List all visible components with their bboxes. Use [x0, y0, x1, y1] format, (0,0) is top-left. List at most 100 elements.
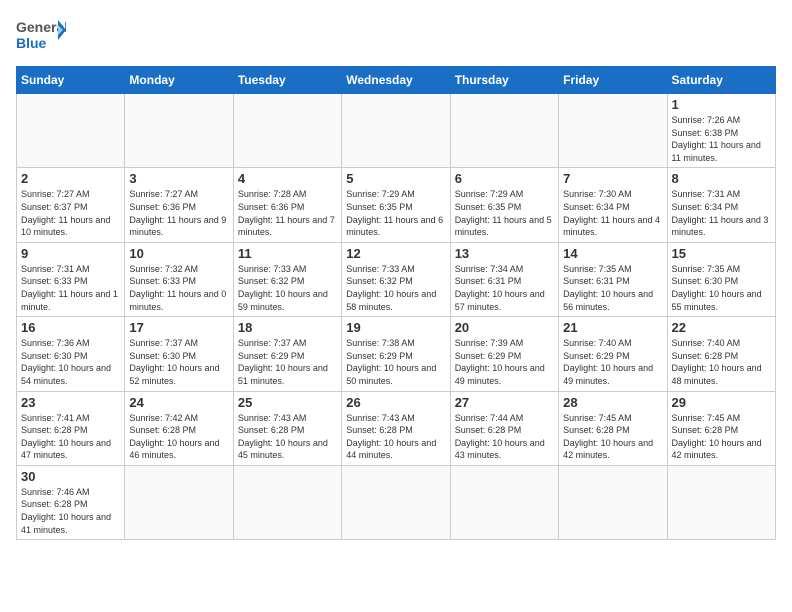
- calendar-cell: 25 Sunrise: 7:43 AM Sunset: 6:28 PM Dayli…: [233, 391, 341, 465]
- weekday-header-tuesday: Tuesday: [233, 67, 341, 94]
- calendar-cell: [342, 94, 450, 168]
- calendar-cell: 15Sunrise: 7:35 AM Sunset: 6:30 PM Dayli…: [667, 242, 775, 316]
- calendar-cell: [450, 465, 558, 539]
- day-number: 22: [672, 320, 771, 335]
- day-number: 12: [346, 246, 445, 261]
- calendar-cell: 11 Sunrise: 7:33 AM Sunset: 6:32 PM Dayli…: [233, 242, 341, 316]
- day-info: Sunrise: 7:27 AM Sunset: 6:37 PM Dayligh…: [21, 188, 120, 238]
- calendar-cell: [17, 94, 125, 168]
- calendar-cell: 5 Sunrise: 7:29 AM Sunset: 6:35 PM Daylig…: [342, 168, 450, 242]
- weekday-header-sunday: Sunday: [17, 67, 125, 94]
- calendar-cell: 26 Sunrise: 7:43 AM Sunset: 6:28 PM Dayli…: [342, 391, 450, 465]
- day-info: Sunrise: 7:37 AM Sunset: 6:29 PM Dayligh…: [238, 337, 337, 387]
- day-number: 4: [238, 171, 337, 186]
- day-number: 20: [455, 320, 554, 335]
- day-info: Sunrise: 7:33 AM Sunset: 6:32 PM Dayligh…: [238, 263, 337, 313]
- day-number: 5: [346, 171, 445, 186]
- day-number: 27: [455, 395, 554, 410]
- day-number: 7: [563, 171, 662, 186]
- day-number: 8: [672, 171, 771, 186]
- logo-svg: General Blue: [16, 16, 66, 54]
- day-info: Sunrise: 7:42 AM Sunset: 6:28 PM Dayligh…: [129, 412, 228, 462]
- calendar-week-row: 9Sunrise: 7:31 AM Sunset: 6:33 PM Daylig…: [17, 242, 776, 316]
- calendar-cell: 29 Sunrise: 7:45 AM Sunset: 6:28 PM Dayli…: [667, 391, 775, 465]
- day-info: Sunrise: 7:35 AM Sunset: 6:31 PM Dayligh…: [563, 263, 662, 313]
- calendar-cell: 21Sunrise: 7:40 AM Sunset: 6:29 PM Dayli…: [559, 317, 667, 391]
- day-info: Sunrise: 7:29 AM Sunset: 6:35 PM Dayligh…: [455, 188, 554, 238]
- day-number: 24: [129, 395, 228, 410]
- calendar-cell: 23Sunrise: 7:41 AM Sunset: 6:28 PM Dayli…: [17, 391, 125, 465]
- day-info: Sunrise: 7:30 AM Sunset: 6:34 PM Dayligh…: [563, 188, 662, 238]
- calendar-cell: 20 Sunrise: 7:39 AM Sunset: 6:29 PM Dayli…: [450, 317, 558, 391]
- logo: General Blue: [16, 16, 66, 54]
- calendar-cell: [667, 465, 775, 539]
- calendar-cell: 27Sunrise: 7:44 AM Sunset: 6:28 PM Dayli…: [450, 391, 558, 465]
- calendar-week-row: 2 Sunrise: 7:27 AM Sunset: 6:37 PM Daylig…: [17, 168, 776, 242]
- page-header: General Blue: [16, 16, 776, 54]
- calendar-cell: 19Sunrise: 7:38 AM Sunset: 6:29 PM Dayli…: [342, 317, 450, 391]
- day-info: Sunrise: 7:37 AM Sunset: 6:30 PM Dayligh…: [129, 337, 228, 387]
- weekday-header-row: SundayMondayTuesdayWednesdayThursdayFrid…: [17, 67, 776, 94]
- day-info: Sunrise: 7:27 AM Sunset: 6:36 PM Dayligh…: [129, 188, 228, 238]
- day-number: 3: [129, 171, 228, 186]
- day-number: 28: [563, 395, 662, 410]
- svg-text:Blue: Blue: [16, 35, 47, 51]
- day-info: Sunrise: 7:34 AM Sunset: 6:31 PM Dayligh…: [455, 263, 554, 313]
- calendar-table: SundayMondayTuesdayWednesdayThursdayFrid…: [16, 66, 776, 540]
- calendar-cell: 24 Sunrise: 7:42 AM Sunset: 6:28 PM Dayli…: [125, 391, 233, 465]
- day-number: 18: [238, 320, 337, 335]
- calendar-cell: 22 Sunrise: 7:40 AM Sunset: 6:28 PM Dayli…: [667, 317, 775, 391]
- calendar-cell: [125, 465, 233, 539]
- day-number: 26: [346, 395, 445, 410]
- calendar-week-row: 16Sunrise: 7:36 AM Sunset: 6:30 PM Dayli…: [17, 317, 776, 391]
- day-info: Sunrise: 7:32 AM Sunset: 6:33 PM Dayligh…: [129, 263, 228, 313]
- day-info: Sunrise: 7:31 AM Sunset: 6:33 PM Dayligh…: [21, 263, 120, 313]
- day-info: Sunrise: 7:41 AM Sunset: 6:28 PM Dayligh…: [21, 412, 120, 462]
- day-number: 25: [238, 395, 337, 410]
- calendar-cell: 16Sunrise: 7:36 AM Sunset: 6:30 PM Dayli…: [17, 317, 125, 391]
- calendar-cell: [450, 94, 558, 168]
- calendar-cell: 10Sunrise: 7:32 AM Sunset: 6:33 PM Dayli…: [125, 242, 233, 316]
- day-number: 19: [346, 320, 445, 335]
- calendar-week-row: 23Sunrise: 7:41 AM Sunset: 6:28 PM Dayli…: [17, 391, 776, 465]
- day-info: Sunrise: 7:39 AM Sunset: 6:29 PM Dayligh…: [455, 337, 554, 387]
- calendar-cell: 12 Sunrise: 7:33 AM Sunset: 6:32 PM Dayli…: [342, 242, 450, 316]
- day-info: Sunrise: 7:33 AM Sunset: 6:32 PM Dayligh…: [346, 263, 445, 313]
- weekday-header-thursday: Thursday: [450, 67, 558, 94]
- calendar-cell: 4Sunrise: 7:28 AM Sunset: 6:36 PM Daylig…: [233, 168, 341, 242]
- calendar-cell: [559, 94, 667, 168]
- calendar-cell: 6 Sunrise: 7:29 AM Sunset: 6:35 PM Daylig…: [450, 168, 558, 242]
- calendar-cell: 3 Sunrise: 7:27 AM Sunset: 6:36 PM Daylig…: [125, 168, 233, 242]
- day-number: 1: [672, 97, 771, 112]
- day-info: Sunrise: 7:45 AM Sunset: 6:28 PM Dayligh…: [672, 412, 771, 462]
- day-number: 14: [563, 246, 662, 261]
- calendar-cell: 14 Sunrise: 7:35 AM Sunset: 6:31 PM Dayli…: [559, 242, 667, 316]
- day-info: Sunrise: 7:43 AM Sunset: 6:28 PM Dayligh…: [238, 412, 337, 462]
- day-info: Sunrise: 7:31 AM Sunset: 6:34 PM Dayligh…: [672, 188, 771, 238]
- calendar-cell: [233, 465, 341, 539]
- day-info: Sunrise: 7:35 AM Sunset: 6:30 PM Dayligh…: [672, 263, 771, 313]
- calendar-cell: [125, 94, 233, 168]
- weekday-header-saturday: Saturday: [667, 67, 775, 94]
- calendar-cell: [342, 465, 450, 539]
- day-info: Sunrise: 7:26 AM Sunset: 6:38 PM Dayligh…: [672, 114, 771, 164]
- day-info: Sunrise: 7:29 AM Sunset: 6:35 PM Dayligh…: [346, 188, 445, 238]
- day-info: Sunrise: 7:46 AM Sunset: 6:28 PM Dayligh…: [21, 486, 120, 536]
- calendar-cell: [559, 465, 667, 539]
- day-number: 29: [672, 395, 771, 410]
- day-number: 21: [563, 320, 662, 335]
- calendar-cell: 7 Sunrise: 7:30 AM Sunset: 6:34 PM Daylig…: [559, 168, 667, 242]
- day-info: Sunrise: 7:43 AM Sunset: 6:28 PM Dayligh…: [346, 412, 445, 462]
- day-number: 6: [455, 171, 554, 186]
- day-info: Sunrise: 7:40 AM Sunset: 6:28 PM Dayligh…: [672, 337, 771, 387]
- day-number: 2: [21, 171, 120, 186]
- day-number: 11: [238, 246, 337, 261]
- weekday-header-monday: Monday: [125, 67, 233, 94]
- calendar-cell: [233, 94, 341, 168]
- weekday-header-friday: Friday: [559, 67, 667, 94]
- day-info: Sunrise: 7:36 AM Sunset: 6:30 PM Dayligh…: [21, 337, 120, 387]
- day-number: 17: [129, 320, 228, 335]
- weekday-header-wednesday: Wednesday: [342, 67, 450, 94]
- day-number: 13: [455, 246, 554, 261]
- calendar-cell: 2 Sunrise: 7:27 AM Sunset: 6:37 PM Daylig…: [17, 168, 125, 242]
